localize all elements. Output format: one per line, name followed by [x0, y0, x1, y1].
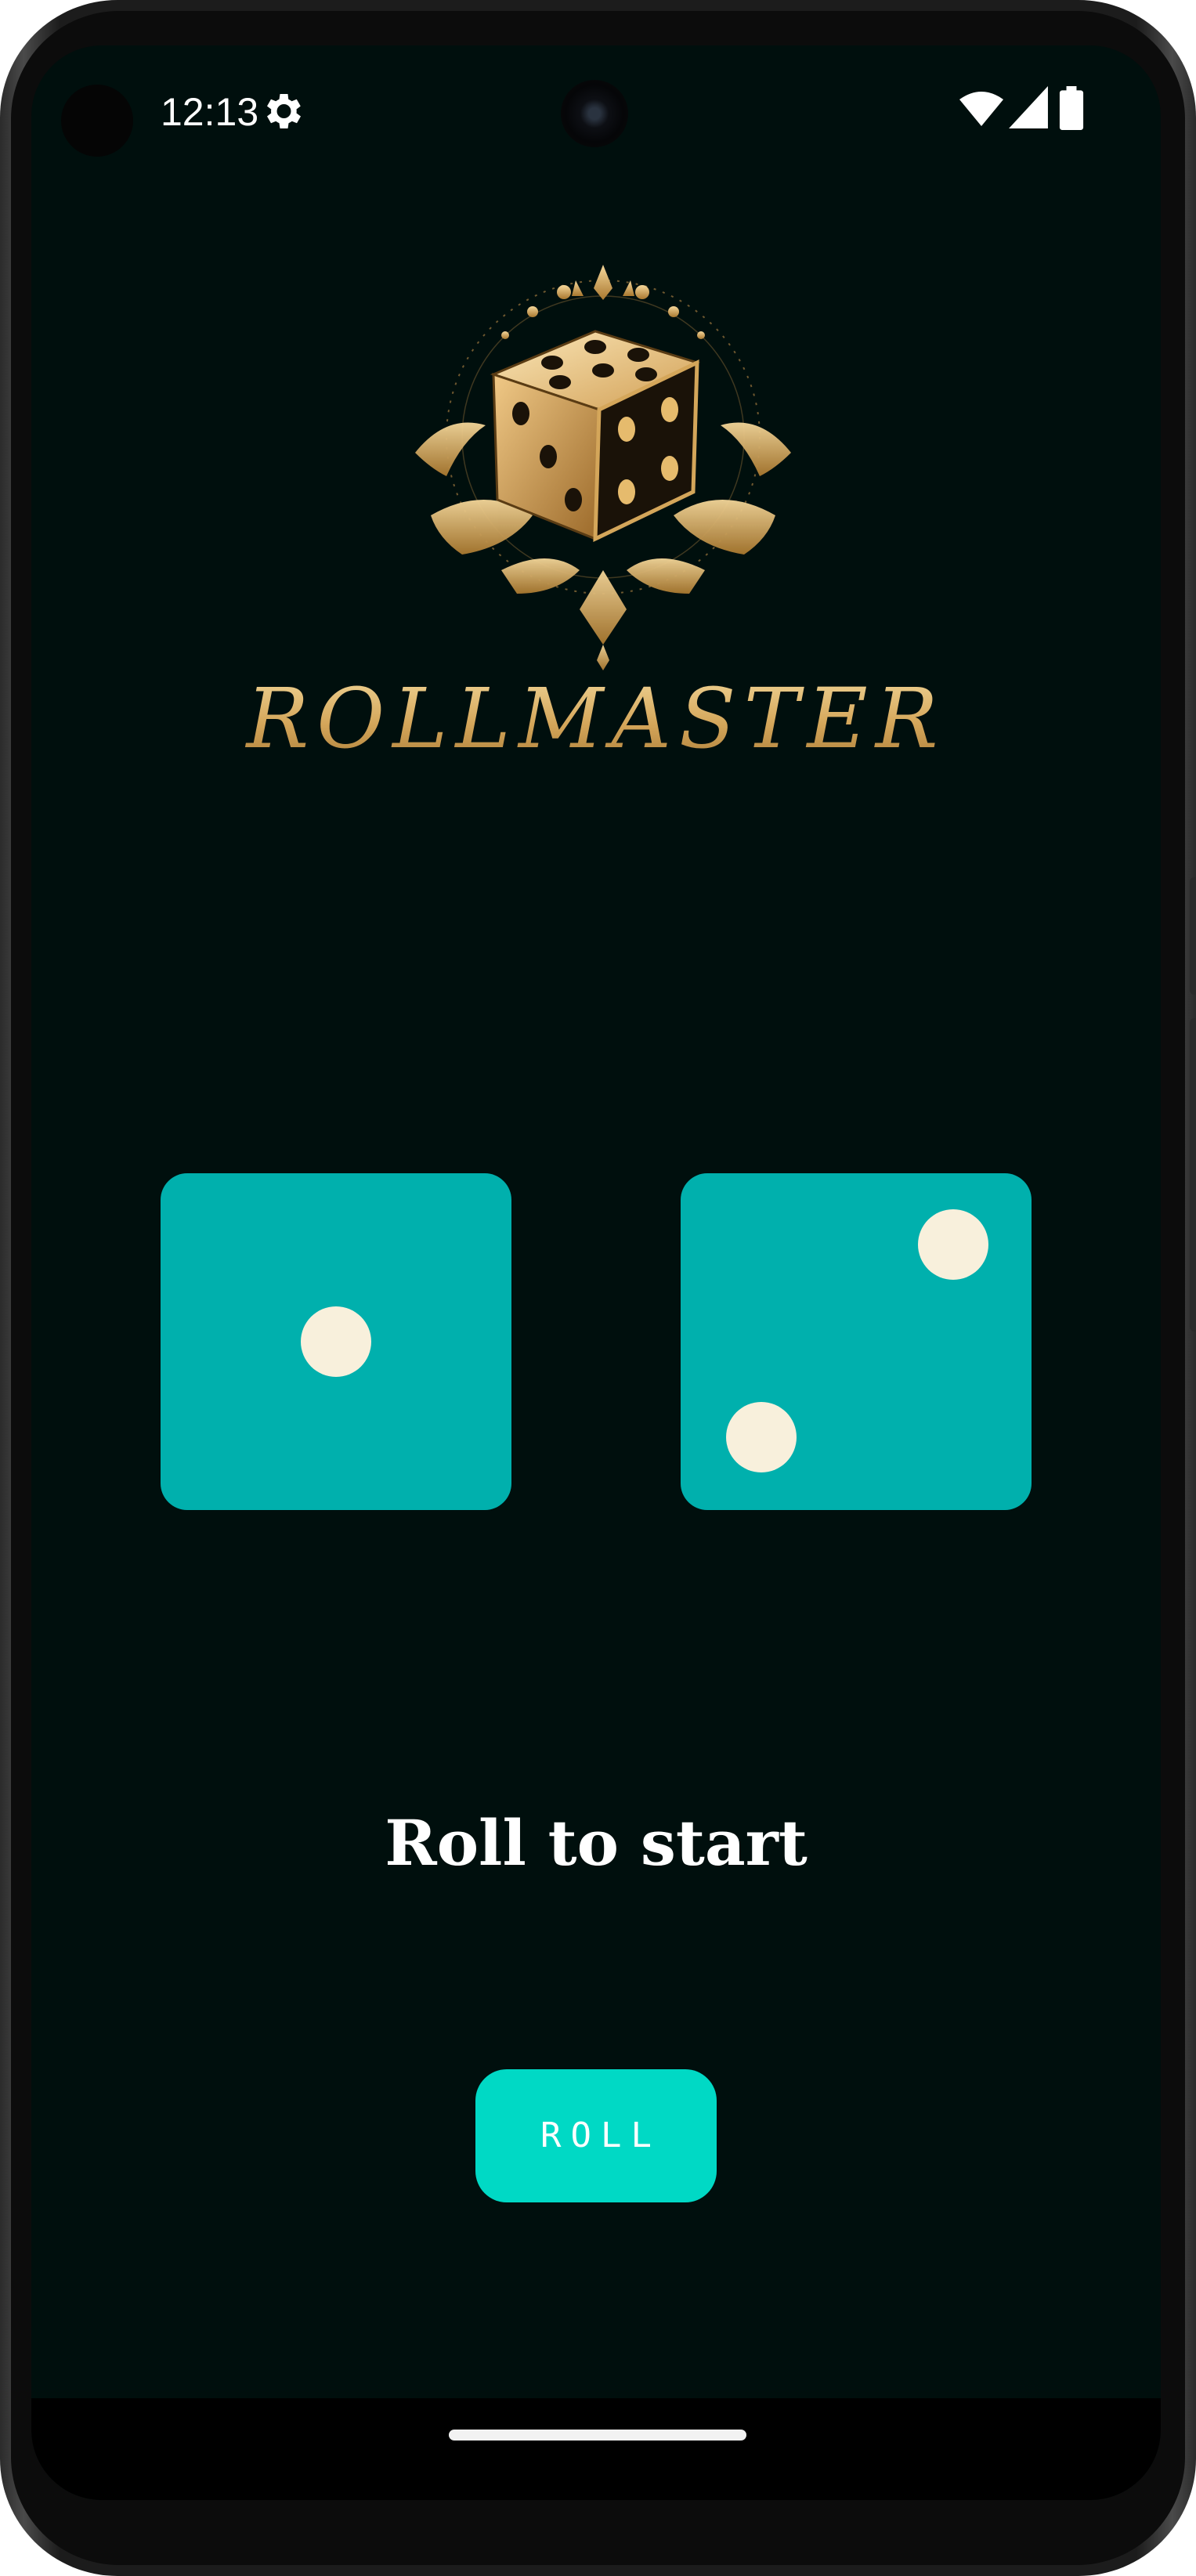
battery-icon [1059, 86, 1084, 130]
signal-icon [1009, 86, 1048, 128]
left-die[interactable] [161, 1173, 511, 1510]
power-button [1190, 1018, 1196, 1331]
status-message: Roll to start [385, 1806, 808, 1880]
die-pip [301, 1306, 371, 1377]
camera-cutout [61, 85, 133, 157]
volume-button [1190, 877, 1196, 995]
app-screen: 12:13 ROLLMASTER Roll to start ROLL [31, 45, 1161, 2500]
navigation-bar [31, 2398, 1161, 2500]
app-title: ROLLMASTER [31, 668, 1161, 770]
gear-icon [267, 94, 301, 128]
dice-emblem-icon [415, 265, 791, 670]
phone-frame: 12:13 ROLLMASTER Roll to start ROLL [0, 0, 1196, 2576]
wifi-icon [959, 92, 1003, 126]
status-bar: 12:13 [31, 45, 1161, 179]
status-time: 12:13 [161, 90, 259, 134]
home-gesture-handle[interactable] [449, 2430, 746, 2441]
front-camera [561, 80, 628, 147]
die-pip [918, 1209, 988, 1280]
die-pip [726, 1402, 797, 1472]
roll-button[interactable]: ROLL [475, 2069, 717, 2202]
right-die[interactable] [681, 1173, 1032, 1510]
